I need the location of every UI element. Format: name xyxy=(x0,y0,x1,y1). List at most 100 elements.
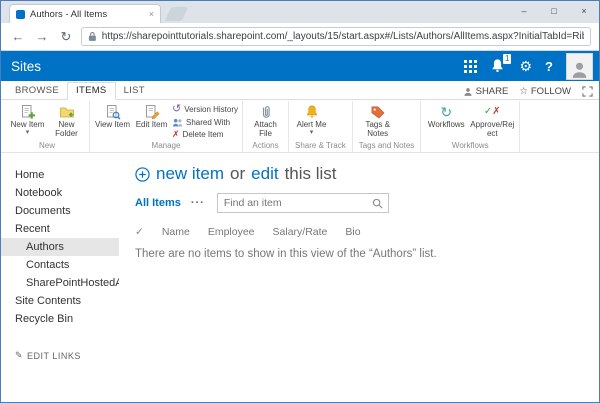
version-history-icon: ↺ xyxy=(172,104,181,115)
suite-bar-title: Sites xyxy=(11,59,41,74)
alert-me-button[interactable]: Alert Me ▾ xyxy=(293,101,330,136)
tab-close-icon[interactable]: × xyxy=(149,10,154,19)
list-view-content: new item or edit this list All Items ···… xyxy=(119,153,599,402)
column-header-salary-rate[interactable]: Salary/Rate xyxy=(273,226,328,238)
minimize-button[interactable]: – xyxy=(509,1,539,21)
tab-list[interactable]: LIST xyxy=(116,83,153,99)
list-command-heading: new item or edit this list xyxy=(135,164,589,184)
favicon-icon xyxy=(16,10,25,19)
view-item-icon xyxy=(105,103,121,120)
new-item-icon xyxy=(20,103,36,120)
sidebar-item-recent[interactable]: Recent xyxy=(1,220,119,238)
ribbon-group-new: New Item ▾ New Folder New xyxy=(5,101,90,152)
delete-item-icon: ✗ xyxy=(172,130,180,139)
browser-window: Authors - All Items × – □ × ← → ↻ https:… xyxy=(0,0,600,403)
ribbon-group-tags-notes: Tags & Notes Tags and Notes xyxy=(353,101,422,152)
suite-bar-actions: 1 ⚙ ? xyxy=(464,53,599,80)
sidebar-item-documents[interactable]: Documents xyxy=(1,202,119,220)
tab-items[interactable]: ITEMS xyxy=(67,82,116,100)
new-item-button[interactable]: New Item ▾ xyxy=(9,101,46,136)
sidebar-item-contacts[interactable]: Contacts xyxy=(1,256,119,274)
select-all-check[interactable]: ✓ xyxy=(135,226,144,238)
alert-me-icon xyxy=(305,103,319,120)
person-icon xyxy=(570,60,589,79)
help-icon[interactable]: ? xyxy=(545,59,553,74)
search-icon[interactable] xyxy=(372,198,383,209)
maximize-button[interactable]: □ xyxy=(539,1,569,21)
view-menu-ellipsis[interactable]: ··· xyxy=(191,197,205,209)
dropdown-icon: ▾ xyxy=(26,129,30,136)
reload-button[interactable]: ↻ xyxy=(57,29,75,45)
new-item-link[interactable]: new item xyxy=(156,164,224,184)
browser-tab[interactable]: Authors - All Items × xyxy=(9,4,161,23)
workflows-icon: ↻ xyxy=(440,103,452,120)
edit-list-link[interactable]: edit xyxy=(251,164,278,184)
focus-icon xyxy=(582,86,593,97)
new-tab-button[interactable] xyxy=(165,7,189,21)
sidebar-item-home[interactable]: Home xyxy=(1,166,119,184)
app-launcher-icon[interactable] xyxy=(464,60,477,73)
address-bar[interactable]: https://sharepointtutorials.sharepoint.c… xyxy=(81,27,591,46)
ribbon-group-manage: View Item Edit Item ↺ Version History xyxy=(90,101,243,152)
find-item-searchbox[interactable] xyxy=(217,193,389,213)
group-label-new: New xyxy=(9,140,85,152)
sidebar-item-authors[interactable]: Authors xyxy=(1,238,119,256)
view-item-button[interactable]: View Item xyxy=(94,101,131,129)
sidebar-item-site-contents[interactable]: Site Contents xyxy=(1,292,119,310)
edit-item-icon xyxy=(144,103,160,120)
version-history-button[interactable]: ↺ Version History xyxy=(172,104,238,115)
sidebar-item-notebook[interactable]: Notebook xyxy=(1,184,119,202)
view-selector-all-items[interactable]: All Items xyxy=(135,197,181,209)
notification-badge: 1 xyxy=(503,54,511,64)
ribbon: New Item ▾ New Folder New View It xyxy=(1,99,599,153)
approve-reject-button[interactable]: ✓✗ Approve/Reject xyxy=(469,101,515,138)
delete-item-button[interactable]: ✗ Delete Item xyxy=(172,130,238,139)
share-person-icon xyxy=(463,87,473,97)
column-header-employee[interactable]: Employee xyxy=(208,226,255,238)
tab-title: Authors - All Items xyxy=(30,9,144,20)
sidebar-item-recycle-bin[interactable]: Recycle Bin xyxy=(1,310,119,328)
forward-button[interactable]: → xyxy=(33,29,51,44)
lock-icon xyxy=(88,31,97,42)
group-label-manage: Manage xyxy=(94,140,238,152)
workflows-button[interactable]: ↻ Workflows xyxy=(425,101,467,129)
url-text: https://sharepointtutorials.sharepoint.c… xyxy=(102,31,584,42)
quick-launch-sidebar: Home Notebook Documents Recent Authors C… xyxy=(1,153,119,402)
attach-file-button[interactable]: Attach File xyxy=(247,101,284,138)
empty-list-message: There are no items to show in this view … xyxy=(135,248,589,260)
dropdown-icon: ▾ xyxy=(310,129,314,136)
sidebar-item-sharepointhostedapp[interactable]: SharePointHostedApp xyxy=(1,274,119,292)
ribbon-group-actions: Attach File Actions xyxy=(243,101,289,152)
group-label-workflows: Workflows xyxy=(425,140,515,152)
settings-gear-icon[interactable]: ⚙ xyxy=(519,59,532,73)
ribbon-group-share-track: Alert Me ▾ Share & Track xyxy=(289,101,353,152)
tab-browse[interactable]: BROWSE xyxy=(7,83,67,99)
view-toolbar: All Items ··· xyxy=(135,193,589,213)
edit-links-button[interactable]: ✎ EDIT LINKS xyxy=(1,350,119,361)
back-button[interactable]: ← xyxy=(9,29,27,44)
new-folder-button[interactable]: New Folder xyxy=(48,101,85,138)
or-text: or xyxy=(230,164,245,184)
avatar[interactable] xyxy=(566,53,593,80)
ribbon-tab-bar: BROWSE ITEMS LIST SHARE ☆ FOLLOW xyxy=(1,81,599,99)
search-input[interactable] xyxy=(224,197,372,209)
column-header-bio[interactable]: Bio xyxy=(345,226,360,238)
share-button[interactable]: SHARE xyxy=(463,86,509,97)
tags-notes-button[interactable]: Tags & Notes xyxy=(357,101,399,138)
column-header-row: ✓ Name Employee Salary/Rate Bio xyxy=(135,226,589,238)
notifications-button[interactable]: 1 xyxy=(490,58,506,74)
close-button[interactable]: × xyxy=(569,1,599,21)
follow-button[interactable]: ☆ FOLLOW xyxy=(519,86,571,97)
column-header-name[interactable]: Name xyxy=(162,226,190,238)
this-list-text: this list xyxy=(285,164,337,184)
shared-with-button[interactable]: Shared With xyxy=(172,117,238,128)
focus-content-button[interactable] xyxy=(582,86,593,97)
pencil-icon: ✎ xyxy=(15,350,23,361)
ribbon-group-workflows: ↻ Workflows ✓✗ Approve/Reject Workflows xyxy=(421,101,520,152)
approve-reject-icon: ✓✗ xyxy=(484,103,501,120)
tags-notes-icon xyxy=(370,103,385,120)
browser-navbar: ← → ↻ https://sharepointtutorials.sharep… xyxy=(1,23,599,51)
edit-item-button[interactable]: Edit Item xyxy=(133,101,170,129)
shared-with-icon xyxy=(172,117,183,128)
star-icon: ☆ xyxy=(519,86,528,97)
